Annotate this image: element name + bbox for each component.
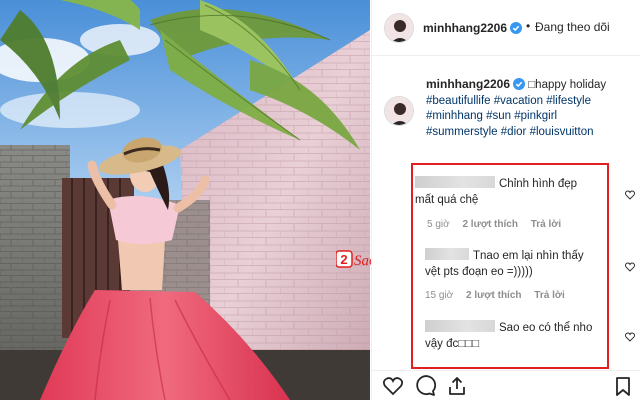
- bookmark-icon[interactable]: [612, 375, 634, 397]
- share-icon[interactable]: [446, 375, 468, 397]
- hashtag[interactable]: #beautifullife: [426, 95, 491, 107]
- hashtag[interactable]: #vacation: [494, 95, 543, 107]
- hashtag[interactable]: #pinkgirl: [514, 110, 557, 122]
- hashtag[interactable]: #lifestyle: [546, 95, 591, 107]
- follow-status-button[interactable]: Đang theo dõi: [535, 20, 610, 34]
- hashtag[interactable]: #louisvuitton: [530, 126, 594, 138]
- hashtag[interactable]: #sun: [486, 110, 511, 122]
- comment-icon[interactable]: [414, 375, 436, 397]
- hashtag[interactable]: #dior: [501, 126, 527, 138]
- header-username[interactable]: minhhang2206: [423, 21, 507, 35]
- highlight-box: [411, 163, 609, 369]
- post-photo: [0, 0, 370, 400]
- verified-icon: [513, 78, 526, 90]
- verified-icon: [510, 22, 523, 34]
- hashtag[interactable]: #minhhang: [426, 110, 483, 122]
- caption-username[interactable]: minhhang2206: [426, 77, 510, 91]
- caption-text: minhhang2206 □happy holiday #beautifulli…: [426, 77, 636, 140]
- header-username-wrap[interactable]: minhhang2206: [423, 19, 523, 37]
- avatar[interactable]: [384, 96, 414, 126]
- hashtag[interactable]: #summerstyle: [426, 126, 498, 138]
- post-header: minhhang2206 • Đang theo dõi: [372, 0, 640, 56]
- heart-icon[interactable]: [625, 332, 635, 342]
- watermark-digit: 2: [340, 252, 347, 267]
- action-bar: [372, 370, 640, 400]
- separator-dot: •: [526, 19, 531, 33]
- heart-icon[interactable]: [625, 190, 635, 200]
- heart-icon[interactable]: [382, 375, 404, 397]
- avatar[interactable]: [384, 13, 414, 43]
- heart-icon[interactable]: [625, 262, 635, 272]
- caption-intro: □happy holiday: [528, 79, 607, 91]
- instagram-post-screenshot: 2 Sao minhhang2206 • Đang theo dõi minhh…: [0, 0, 640, 400]
